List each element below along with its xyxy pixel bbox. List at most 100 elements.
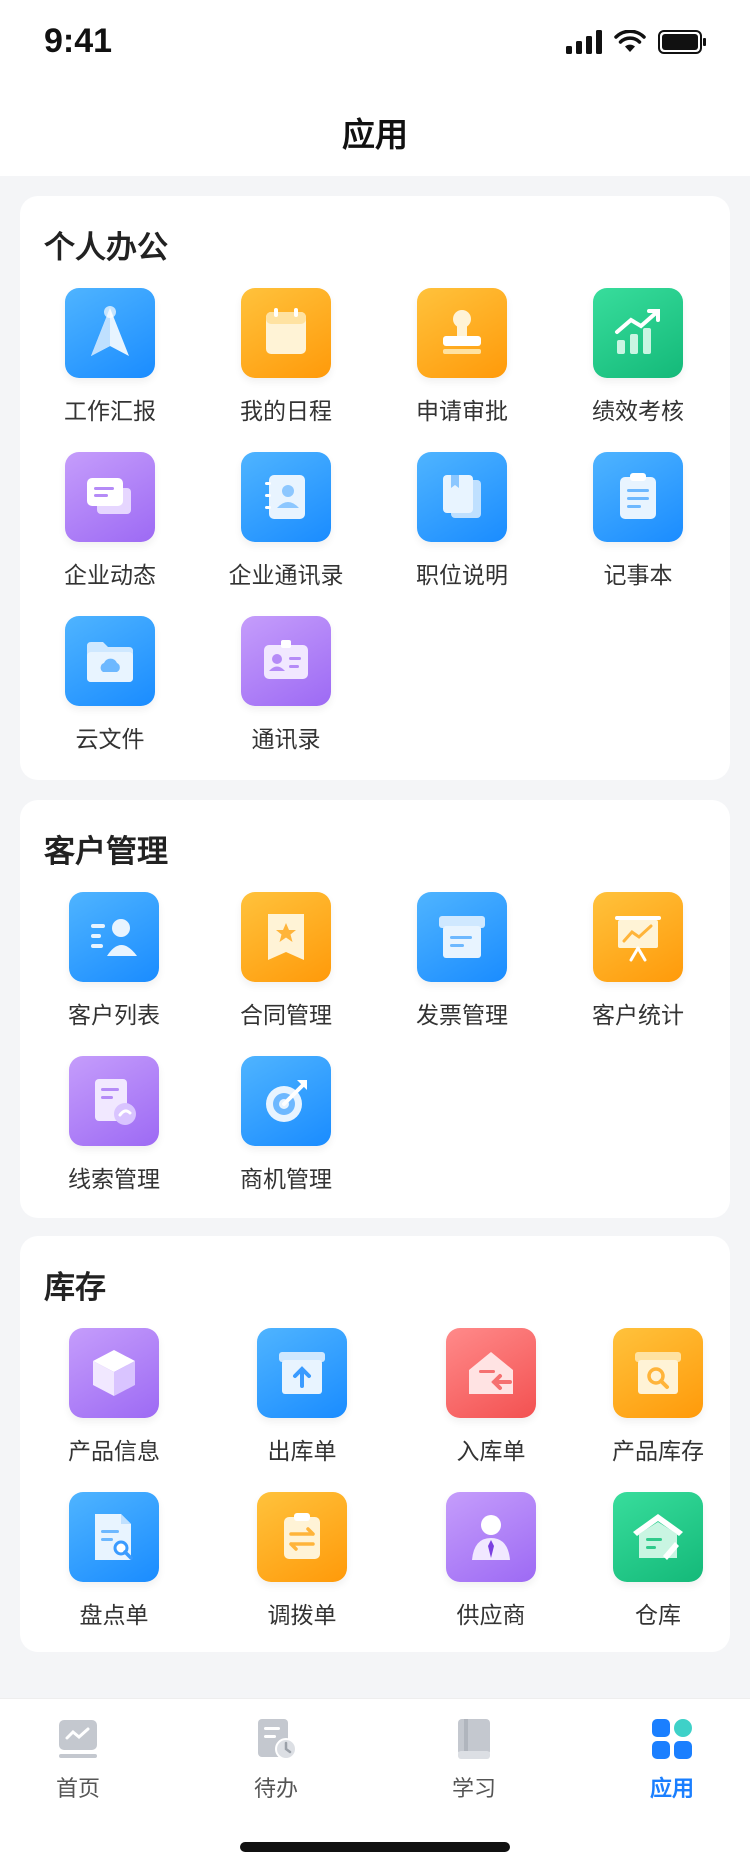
- app-item-label: 产品信息: [68, 1439, 160, 1465]
- app-item-warehouse[interactable]: 仓库: [573, 1492, 743, 1632]
- tab-label: 学习: [451, 1777, 496, 1802]
- presentation-chart-icon: [593, 892, 683, 982]
- book-icon: [458, 1719, 490, 1759]
- home-indicator: [240, 1842, 510, 1852]
- todo-icon: [258, 1719, 297, 1760]
- app-item-my-schedule[interactable]: 我的日程: [201, 288, 371, 428]
- target-icon: [241, 1056, 331, 1146]
- app-item-notepad[interactable]: 记事本: [553, 452, 723, 592]
- app-item-label: 绩效考核: [592, 399, 684, 425]
- app-item-label: 申请审批: [416, 399, 508, 425]
- clipboard-icon: [593, 452, 683, 542]
- app-item-label: 仓库: [635, 1603, 681, 1629]
- app-item-work-report[interactable]: 工作汇报: [25, 288, 195, 428]
- contact-book-icon: [241, 452, 331, 542]
- app-item-label: 职位说明: [416, 563, 508, 589]
- app-item-label: 企业动态: [64, 563, 156, 589]
- status-icons: [566, 30, 706, 54]
- tab-label: 应用: [649, 1777, 694, 1802]
- wifi-icon: [614, 30, 646, 52]
- customer-list-icon: [69, 892, 159, 982]
- inventory-search-icon: [613, 1328, 703, 1418]
- app-item-label: 发票管理: [416, 1003, 508, 1029]
- app-item-label: 商机管理: [240, 1167, 332, 1193]
- page-title: 应用: [342, 115, 408, 154]
- nav-bar: 应用: [0, 88, 750, 176]
- app-item-outbound-order[interactable]: 出库单: [217, 1328, 387, 1468]
- invoice-icon: [417, 892, 507, 982]
- app-item-label: 调拨单: [267, 1603, 337, 1629]
- app-item-label: 客户列表: [68, 1003, 160, 1029]
- app-item-product-inventory[interactable]: 产品库存: [573, 1328, 743, 1468]
- app-item-label: 我的日程: [240, 399, 332, 425]
- app-item-label: 入库单: [456, 1439, 526, 1465]
- app-item-label: 线索管理: [68, 1167, 160, 1193]
- message-icon: [65, 452, 155, 542]
- growth-chart-icon: [593, 288, 683, 378]
- id-card-icon: [241, 616, 331, 706]
- app-item-label: 客户统计: [592, 1003, 684, 1029]
- app-item-lead-management[interactable]: 线索管理: [29, 1056, 199, 1196]
- app-item-supplier[interactable]: 供应商: [406, 1492, 576, 1632]
- battery-icon: [658, 30, 706, 54]
- section-title: 客户管理: [44, 834, 168, 870]
- tab-learn[interactable]: 学习: [414, 1717, 534, 1803]
- app-item-label: 产品库存: [612, 1439, 704, 1465]
- app-item-customer-list[interactable]: 客户列表: [29, 892, 199, 1032]
- app-item-label: 盘点单: [79, 1603, 149, 1629]
- warehouse-icon: [613, 1492, 703, 1582]
- status-bar: 9:41: [0, 0, 750, 88]
- app-item-customer-stats[interactable]: 客户统计: [553, 892, 723, 1032]
- section-personal-office: 个人办公 工作汇报 我的日程 申请审批 绩效考核 企业动态 企业通讯录 职位说明…: [20, 196, 730, 780]
- status-time: 9:41: [44, 22, 113, 60]
- app-item-inbound-order[interactable]: 入库单: [406, 1328, 576, 1468]
- app-item-label: 记事本: [603, 563, 673, 589]
- app-item-cloud-files[interactable]: 云文件: [25, 616, 195, 756]
- home-chart-icon: [59, 1720, 97, 1758]
- transfer-icon: [257, 1492, 347, 1582]
- app-item-label: 企业通讯录: [228, 563, 344, 589]
- app-item-label: 合同管理: [240, 1003, 332, 1029]
- app-item-invoice-management[interactable]: 发票管理: [377, 892, 547, 1032]
- tab-label: 首页: [55, 1777, 100, 1802]
- section-title: 库存: [44, 1270, 106, 1306]
- stamp-icon: [417, 288, 507, 378]
- app-item-opportunity-management[interactable]: 商机管理: [201, 1056, 371, 1196]
- cloud-folder-icon: [65, 616, 155, 706]
- app-item-label: 出库单: [267, 1439, 337, 1465]
- app-item-company-news[interactable]: 企业动态: [25, 452, 195, 592]
- tab-label: 待办: [253, 1777, 298, 1802]
- contract-icon: [241, 892, 331, 982]
- app-item-company-directory[interactable]: 企业通讯录: [201, 452, 371, 592]
- tab-todo[interactable]: 待办: [216, 1717, 336, 1803]
- tab-bar: 首页 待办 学习 应用: [0, 1698, 750, 1866]
- tab-home[interactable]: 首页: [18, 1717, 138, 1803]
- app-item-transfer-order[interactable]: 调拨单: [217, 1492, 387, 1632]
- signal-icon: [566, 30, 602, 54]
- apps-grid-icon: [652, 1719, 692, 1759]
- lead-icon: [69, 1056, 159, 1146]
- paper-plane-icon: [65, 288, 155, 378]
- app-item-label: 工作汇报: [64, 399, 156, 425]
- document-icon: [417, 452, 507, 542]
- tab-apps[interactable]: 应用: [612, 1717, 732, 1803]
- calendar-icon: [241, 288, 331, 378]
- stocktake-icon: [69, 1492, 159, 1582]
- inbound-icon: [446, 1328, 536, 1418]
- app-item-contract-management[interactable]: 合同管理: [201, 892, 371, 1032]
- section-customer-management: 客户管理 客户列表 合同管理 发票管理 客户统计 线索管理 商机管理: [20, 800, 730, 1218]
- app-item-stocktake[interactable]: 盘点单: [29, 1492, 199, 1632]
- app-item-label: 云文件: [75, 727, 145, 753]
- app-item-contacts[interactable]: 通讯录: [201, 616, 371, 756]
- section-title: 个人办公: [44, 230, 168, 266]
- supplier-icon: [446, 1492, 536, 1582]
- box-icon: [69, 1328, 159, 1418]
- app-item-label: 供应商: [456, 1603, 526, 1629]
- section-inventory: 库存 产品信息 出库单 入库单 产品库存 盘点单 调拨单 供应商 仓库: [20, 1236, 730, 1652]
- app-item-performance[interactable]: 绩效考核: [553, 288, 723, 428]
- outbound-icon: [257, 1328, 347, 1418]
- app-item-job-description[interactable]: 职位说明: [377, 452, 547, 592]
- app-item-approval[interactable]: 申请审批: [377, 288, 547, 428]
- app-item-product-info[interactable]: 产品信息: [29, 1328, 199, 1468]
- app-item-label: 通讯录: [251, 727, 321, 753]
